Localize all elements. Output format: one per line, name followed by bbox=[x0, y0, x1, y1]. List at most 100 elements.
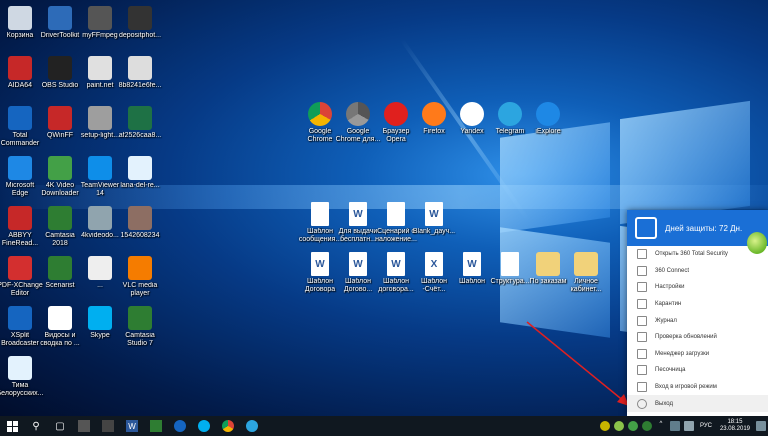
power-icon bbox=[637, 398, 647, 409]
search-icon[interactable]: ⚲ bbox=[30, 420, 42, 432]
menu-item[interactable]: Карантин bbox=[627, 296, 768, 313]
task-view-icon[interactable]: ▢ bbox=[54, 420, 66, 432]
abbyy-icon bbox=[8, 206, 32, 230]
menu-item-label: Проверка обновлений bbox=[655, 334, 717, 341]
menu-item-label: Выход bbox=[655, 400, 673, 407]
camtasia-icon bbox=[128, 306, 152, 330]
photo-icon bbox=[128, 6, 152, 30]
tray-360-icon[interactable] bbox=[627, 421, 638, 431]
document-icon bbox=[387, 202, 405, 226]
clock-time: 18:15 bbox=[727, 419, 743, 425]
word-icon[interactable]: W bbox=[126, 420, 138, 432]
menu-item[interactable]: Песочница bbox=[627, 362, 768, 379]
image-icon bbox=[88, 256, 112, 280]
menu-item-label: 360 Connect bbox=[655, 267, 690, 274]
qwinff-icon bbox=[48, 106, 72, 130]
chevron-up-icon[interactable]: ^ bbox=[656, 421, 666, 431]
audio-icon bbox=[128, 156, 152, 180]
paint-icon bbox=[88, 56, 112, 80]
open-icon bbox=[637, 249, 647, 260]
app-icon[interactable] bbox=[78, 420, 90, 432]
desktop-icon[interactable]: af2526caa8... bbox=[110, 104, 170, 154]
desktop-icon-label: Blank_дауч... bbox=[412, 228, 456, 235]
gear-icon bbox=[48, 6, 72, 30]
camtasia-icon[interactable] bbox=[150, 420, 162, 432]
menu-item-label: Настройки bbox=[655, 284, 685, 291]
menu-item[interactable]: Выход bbox=[627, 395, 768, 412]
menu-item-label: Карантин bbox=[655, 301, 682, 308]
360-security-ball-icon[interactable] bbox=[747, 232, 767, 254]
file-icon bbox=[128, 56, 152, 80]
menu-item[interactable]: Настройки bbox=[627, 279, 768, 296]
aida-icon bbox=[8, 56, 32, 80]
desktop-icon-label: VLC media player bbox=[122, 282, 158, 297]
desktop-icon[interactable]: lana-del-re... bbox=[110, 154, 170, 204]
desktop-icon-label: depositphot... bbox=[118, 32, 162, 39]
menu-item-label: Вход в игровой режим bbox=[655, 384, 717, 391]
clock-date: 23.08.2019 bbox=[719, 426, 750, 432]
ie-icon bbox=[536, 102, 560, 126]
skype-icon[interactable] bbox=[198, 420, 210, 432]
start-windows-icon[interactable] bbox=[6, 420, 18, 432]
download-icon bbox=[48, 156, 72, 180]
film-icon bbox=[88, 6, 112, 30]
gamepad-icon bbox=[637, 382, 647, 393]
desktop-icon[interactable]: 1542608234 bbox=[110, 204, 170, 254]
menu-item-label: Открыть 360 Total Security bbox=[655, 251, 728, 258]
tray-app-icon[interactable] bbox=[641, 421, 652, 431]
document-icon bbox=[501, 252, 519, 276]
menu-item[interactable]: Вход в игровой режим bbox=[627, 379, 768, 396]
desktop-icon[interactable]: VLC media player bbox=[110, 254, 170, 304]
quarantine-icon bbox=[637, 299, 647, 310]
menu-item[interactable]: Проверка обновлений bbox=[627, 329, 768, 346]
desktop-icon-label: 8b8241e6fe... bbox=[118, 82, 162, 89]
document-icon bbox=[48, 306, 72, 330]
connect-icon bbox=[637, 265, 647, 276]
menu-item-label: Песочница bbox=[655, 367, 686, 374]
word-icon: W bbox=[349, 202, 367, 226]
recycle-bin-icon bbox=[8, 6, 32, 30]
menu-item[interactable]: Открыть 360 Total Security bbox=[627, 246, 768, 263]
desktop-icon[interactable]: W Blank_дауч... bbox=[404, 200, 464, 250]
menu-item[interactable]: Менеджер загрузки bbox=[627, 346, 768, 363]
taskbar: ⚲ ▢ W ^ РУС 18:15 23.08.2019 bbox=[0, 416, 768, 436]
menu-item-label: Менеджер загрузки bbox=[655, 350, 710, 357]
desktop-icon[interactable]: Тима Белорусских... bbox=[0, 354, 50, 404]
red-arrow-annotation bbox=[526, 321, 629, 406]
app-icon[interactable] bbox=[102, 420, 114, 432]
image-icon bbox=[128, 206, 152, 230]
sandbox-icon bbox=[637, 365, 647, 376]
menu-item[interactable]: 360 Connect bbox=[627, 263, 768, 280]
app-icon[interactable] bbox=[174, 420, 186, 432]
chrome-icon[interactable] bbox=[222, 420, 234, 432]
pdf-icon bbox=[8, 256, 32, 280]
notifications-icon[interactable] bbox=[756, 421, 766, 431]
desktop-icon[interactable]: depositphot... bbox=[110, 4, 170, 54]
volume-icon[interactable] bbox=[683, 421, 694, 431]
vlc-icon bbox=[128, 256, 152, 280]
download-manager-icon bbox=[637, 348, 647, 359]
xsplit-icon bbox=[8, 306, 32, 330]
scenarist-icon bbox=[48, 256, 72, 280]
desktop-icon-label: iExplore bbox=[535, 128, 561, 135]
menu-item[interactable]: Журнал bbox=[627, 312, 768, 329]
network-icon[interactable] bbox=[669, 421, 680, 431]
protection-days-label: Дней защиты: 72 Дн. bbox=[665, 223, 743, 233]
audio-icon bbox=[8, 356, 32, 380]
tray-app-icon[interactable] bbox=[599, 421, 610, 431]
word-icon: W bbox=[463, 252, 481, 276]
document-icon bbox=[311, 202, 329, 226]
disk-icon bbox=[8, 106, 32, 130]
telegram-icon[interactable] bbox=[246, 420, 258, 432]
language-indicator[interactable]: РУС bbox=[700, 423, 712, 429]
tray-app-icon[interactable] bbox=[613, 421, 624, 431]
desktop-icon[interactable]: iExplore bbox=[518, 100, 578, 150]
desktop-icon[interactable]: 8b8241e6fe... bbox=[110, 54, 170, 104]
system-tray: ^ РУС 18:15 23.08.2019 bbox=[598, 416, 768, 436]
clock[interactable]: 18:15 23.08.2019 bbox=[720, 419, 750, 433]
desktop-icon[interactable]: Camtasia Studio 7 bbox=[110, 304, 170, 354]
desktop-icon[interactable]: Личное кабинет... bbox=[556, 250, 616, 300]
skype-icon bbox=[88, 306, 112, 330]
word-icon: W bbox=[349, 252, 367, 276]
desktop-icon-label: Личное кабинет... bbox=[570, 278, 602, 293]
